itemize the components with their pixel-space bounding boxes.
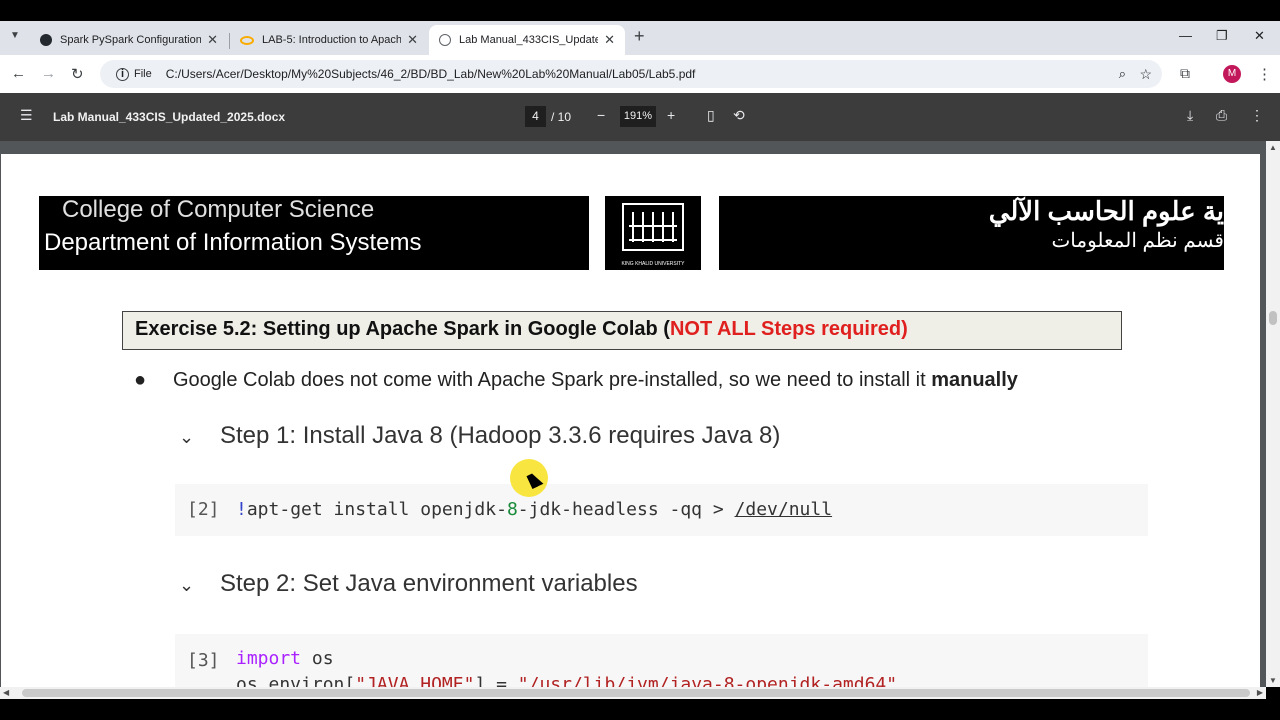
- pdf-toolbar: ☰ Lab Manual_433CIS_Updated_2025.docx 4 …: [0, 93, 1280, 141]
- exercise-title: Exercise 5.2: Setting up Apache Spark in…: [135, 318, 670, 340]
- rotate-icon[interactable]: ⟲: [733, 107, 745, 124]
- bottom-black-border: [0, 699, 1280, 720]
- code-part: os.environ[: [236, 674, 356, 687]
- bullet-text-body: Google Colab does not come with Apache S…: [173, 369, 932, 391]
- page-total: / 10: [551, 110, 572, 124]
- profile-avatar[interactable]: M: [1223, 65, 1241, 83]
- site-info-chip[interactable]: i File: [108, 67, 160, 81]
- download-icon[interactable]: ⤓: [1187, 107, 1193, 124]
- bullet-text: Google Colab does not come with Apache S…: [173, 369, 1018, 392]
- pdf-page: College of Computer Science Department o…: [1, 154, 1260, 687]
- code-path: /dev/null: [734, 499, 833, 520]
- scroll-right-icon[interactable]: ▶: [1257, 688, 1263, 697]
- forward-arrow-icon[interactable]: →: [41, 65, 56, 82]
- tab-strip: ▼ Spark PySpark Configuration ✕ LAB-5: I…: [0, 21, 1280, 55]
- colab-icon: [240, 35, 254, 45]
- minimize-button[interactable]: —: [1179, 28, 1192, 43]
- new-tab-button[interactable]: +: [634, 26, 645, 47]
- keyword: import: [236, 648, 302, 669]
- close-tab-icon[interactable]: ✕: [604, 32, 615, 48]
- tab-spark-config[interactable]: Spark PySpark Configuration ✕: [30, 25, 228, 55]
- tab-search-dropdown-icon[interactable]: ▼: [10, 30, 20, 41]
- exercise-close: ): [901, 318, 908, 340]
- zoom-out-icon[interactable]: −: [597, 107, 605, 123]
- code-part: ] =: [474, 674, 518, 687]
- close-window-button[interactable]: ✕: [1254, 28, 1265, 44]
- horizontal-scroll-thumb[interactable]: [22, 689, 1250, 697]
- arabic-department-name: قسم نظم المعلومات: [1051, 230, 1224, 252]
- close-tab-icon[interactable]: ✕: [407, 32, 418, 48]
- page-number-input[interactable]: 4: [525, 106, 546, 127]
- close-tab-icon[interactable]: ✕: [207, 32, 218, 48]
- fit-page-icon[interactable]: ▯: [707, 107, 715, 124]
- cell-code-line2: os.environ["JAVA_HOME"] = "/usr/lib/jvm/…: [236, 674, 897, 687]
- zoom-level-input[interactable]: 191%: [620, 106, 656, 127]
- restore-button[interactable]: ❐: [1216, 28, 1228, 44]
- arabic-college-name: ية علوم الحاسب الآلي: [988, 196, 1224, 226]
- code-part: os: [301, 648, 334, 669]
- extensions-icon[interactable]: ⧉: [1180, 65, 1190, 82]
- file-scheme-label: File: [134, 68, 152, 80]
- scroll-up-icon[interactable]: ▲: [1269, 143, 1277, 152]
- github-icon: [40, 34, 52, 46]
- zoom-icon[interactable]: ⌕: [1119, 66, 1126, 82]
- tab-title: Lab Manual_433CIS_Updated_2: [459, 34, 599, 46]
- globe-icon: [439, 34, 451, 46]
- chevron-down-icon: ⌄: [179, 575, 195, 595]
- bookmark-star-icon[interactable]: ☆: [1139, 66, 1152, 83]
- code-part: -jdk-headless -qq >: [517, 499, 735, 520]
- tab-lab5-colab[interactable]: LAB-5: Introduction to Apache ✕: [230, 25, 428, 55]
- browser-menu-icon[interactable]: ⋮: [1257, 65, 1272, 83]
- address-bar-row: ← → ↻ i File C:/Users/Acer/Desktop/My%20…: [0, 55, 1280, 93]
- zoom-in-icon[interactable]: +: [667, 107, 675, 123]
- code-part: apt-get install openjdk-: [246, 499, 507, 520]
- back-arrow-icon[interactable]: ←: [11, 65, 26, 82]
- cell-code: !apt-get install openjdk-8-jdk-headless …: [236, 499, 832, 520]
- top-black-border: [0, 0, 1280, 21]
- cell-number: [2]: [187, 499, 220, 520]
- chevron-down-icon: ⌄: [179, 427, 195, 447]
- code-string: "JAVA_HOME": [355, 674, 475, 687]
- print-icon[interactable]: ⎙: [1216, 107, 1227, 124]
- university-logo: KING KHALID UNIVERSITY: [605, 196, 701, 270]
- department-name: Department of Information Systems: [44, 229, 422, 256]
- pdf-doc-title: Lab Manual_433CIS_Updated_2025.docx: [53, 110, 286, 124]
- tab-title: LAB-5: Introduction to Apache: [262, 34, 402, 46]
- tab-title: Spark PySpark Configuration: [60, 34, 202, 46]
- scroll-left-icon[interactable]: ◀: [3, 688, 9, 697]
- college-name: College of Computer Science: [62, 196, 375, 223]
- info-icon: i: [116, 67, 129, 81]
- cell-number: [3]: [187, 650, 220, 671]
- cell-code-line1: import os: [236, 648, 334, 669]
- header-english-banner: College of Computer Science Department o…: [39, 196, 589, 270]
- code-cell-2: [2] !apt-get install openjdk-8-jdk-headl…: [175, 484, 1148, 536]
- university-logo-mark: [622, 203, 684, 251]
- vertical-scrollbar[interactable]: ▲ ▼: [1266, 141, 1280, 687]
- exercise-note: NOT ALL Steps required: [669, 318, 902, 340]
- horizontal-scrollbar[interactable]: ◀ ▶: [0, 687, 1266, 699]
- vertical-scroll-thumb[interactable]: [1269, 311, 1277, 325]
- step-1-heading: ⌄ Step 1: Install Java 8 (Hadoop 3.3.6 re…: [179, 422, 780, 450]
- tab-lab-manual[interactable]: Lab Manual_433CIS_Updated_2 ✕: [429, 25, 625, 55]
- step-1-title: Step 1: Install Java 8 (Hadoop 3.3.6 req…: [220, 422, 781, 449]
- scroll-down-icon[interactable]: ▼: [1269, 676, 1277, 685]
- hamburger-menu-icon[interactable]: ☰: [20, 107, 33, 124]
- url-text[interactable]: C:/Users/Acer/Desktop/My%20Subjects/46_2…: [166, 67, 696, 81]
- reload-icon[interactable]: ↻: [71, 65, 84, 83]
- bullet-dot: ●: [134, 369, 147, 391]
- code-num: 8: [506, 499, 518, 520]
- header-arabic-banner: ية علوم الحاسب الآلي قسم نظم المعلومات: [719, 196, 1224, 270]
- step-2-title: Step 2: Set Java environment variables: [220, 570, 638, 597]
- code-string: "/usr/lib/jvm/java-8-openjdk-amd64": [517, 674, 898, 687]
- logo-caption: KING KHALID UNIVERSITY: [621, 261, 685, 267]
- pdf-more-icon[interactable]: ⋮: [1250, 107, 1264, 124]
- step-2-heading: ⌄ Step 2: Set Java environment variables: [179, 570, 638, 598]
- omnibox[interactable]: i File C:/Users/Acer/Desktop/My%20Subjec…: [100, 60, 1162, 88]
- bang: !: [236, 499, 247, 520]
- bullet-text-bold: manually: [931, 369, 1018, 391]
- pdf-viewer[interactable]: College of Computer Science Department o…: [0, 141, 1280, 687]
- exercise-heading: Exercise 5.2: Setting up Apache Spark in…: [122, 311, 1122, 350]
- code-cell-3: [3] import os os.environ["JAVA_HOME"] = …: [175, 634, 1148, 687]
